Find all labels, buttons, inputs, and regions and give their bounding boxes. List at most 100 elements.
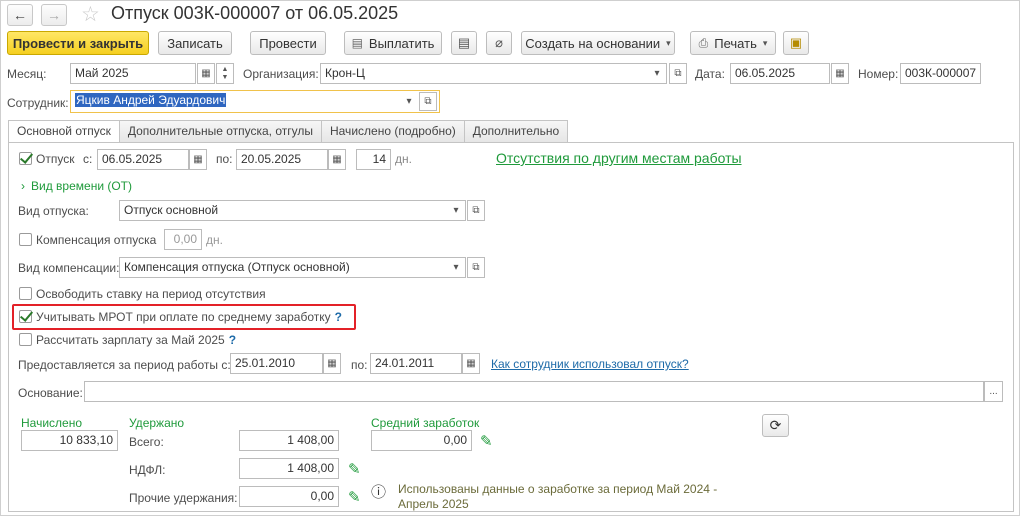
journal-button[interactable]: ▤ — [451, 31, 477, 55]
ndfl-edit-pencil-icon[interactable]: ✎ — [348, 460, 361, 478]
vacation-type-field[interactable]: Отпуск основной — [119, 200, 466, 221]
organization-dropdown-button[interactable]: ▾ — [648, 64, 666, 83]
organization-field[interactable]: Крон-Ц — [320, 63, 667, 84]
mrot-row: Учитывать МРОТ при оплате по среднему за… — [36, 310, 342, 324]
compensation-days-field[interactable]: 0,00 — [164, 229, 202, 250]
withheld-label: Удержано — [129, 416, 185, 430]
mrot-label: Учитывать МРОТ при оплате по среднему за… — [36, 310, 331, 324]
vacation-to-calendar-button[interactable]: ▦ — [328, 149, 346, 170]
employee-open-button[interactable]: ⧉ — [419, 92, 437, 111]
calc-salary-checkbox[interactable] — [19, 333, 32, 346]
tab-main-vacation[interactable]: Основной отпуск — [8, 120, 120, 143]
compensation-type-dropdown-button[interactable]: ▾ — [447, 258, 465, 277]
period-to-field[interactable]: 24.01.2011 — [370, 353, 462, 374]
open-form-icon: ⧉ — [472, 262, 480, 273]
post-button[interactable]: Провести — [250, 31, 326, 55]
basis-select-button[interactable]: ... — [984, 381, 1003, 402]
employee-field[interactable]: Яцкив Андрей Эдуардович — [70, 90, 440, 113]
ndfl-field: 1 408,00 — [239, 458, 339, 479]
arrow-right-icon: → — [47, 7, 61, 23]
compensation-type-open-button[interactable]: ⧉ — [467, 257, 485, 278]
compensation-checkbox[interactable] — [19, 233, 32, 246]
employee-dropdown-button[interactable]: ▾ — [401, 92, 417, 111]
calc-salary-help-icon[interactable]: ? — [229, 333, 236, 347]
write-button[interactable]: Записать — [158, 31, 232, 55]
number-label: Номер: — [858, 67, 899, 81]
month-spinner[interactable]: ▲ ▼ — [216, 63, 234, 84]
pay-label: Выплатить — [368, 35, 435, 51]
tab-accrued-detailed[interactable]: Начислено (подробно) — [320, 120, 465, 142]
forward-button[interactable]: → — [41, 4, 67, 26]
calc-salary-label: Рассчитать зарплату за Май 2025 — [36, 333, 225, 347]
reports-button[interactable]: ▣ — [783, 31, 809, 55]
accrued-field: 10 833,10 — [21, 430, 118, 451]
free-rate-label: Освободить ставку на период отсутствия — [36, 287, 266, 301]
create-based-on-button[interactable]: Создать на основании ▾ — [521, 31, 675, 55]
vacation-from-calendar-button[interactable]: ▦ — [189, 149, 207, 170]
spinner-up-icon: ▲ — [221, 65, 229, 73]
time-type-label: Вид времени (ОТ) — [31, 179, 133, 193]
other-absences-link[interactable]: Отсутствия по другим местам работы — [496, 150, 742, 166]
other-deductions-label: Прочие удержания: — [129, 491, 238, 505]
month-label: Месяц: — [7, 67, 47, 81]
period-to-calendar-button[interactable]: ▦ — [462, 353, 480, 374]
tab-additional[interactable]: Дополнительно — [463, 120, 569, 142]
dropdown-arrow-icon: ▾ — [654, 68, 660, 79]
dropdown-arrow-icon: ▾ — [453, 262, 459, 273]
paperclip-icon: ⌀ — [495, 35, 503, 50]
pay-button[interactable]: ▤ Выплатить — [344, 31, 442, 55]
mrot-checkbox[interactable] — [19, 310, 32, 323]
print-button[interactable]: ⎙ Печать ▾ — [690, 31, 776, 55]
recalculate-button[interactable]: ⟳ — [762, 414, 789, 437]
date-calendar-button[interactable]: ▦ — [831, 63, 849, 84]
organization-open-button[interactable]: ⧉ — [669, 63, 687, 84]
time-type-toggle[interactable]: › Вид времени (ОТ) — [21, 179, 132, 193]
ellipsis-icon: ... — [989, 386, 998, 397]
period-from-field[interactable]: 25.01.2010 — [230, 353, 323, 374]
ndfl-label: НДФЛ: — [129, 463, 166, 477]
compensation-label: Компенсация отпуска — [36, 233, 157, 247]
tab-additional-vacations[interactable]: Дополнительные отпуска, отгулы — [118, 120, 322, 142]
month-calendar-button[interactable]: ▦ — [197, 63, 215, 84]
employee-value: Яцкив Андрей Эдуардович — [75, 93, 227, 107]
compensation-type-field[interactable]: Компенсация отпуска (Отпуск основной) — [119, 257, 466, 278]
date-field[interactable]: 06.05.2025 — [730, 63, 830, 84]
date-label: Дата: — [695, 67, 725, 81]
earnings-info-text: Использованы данные о заработке за перио… — [398, 482, 717, 512]
attach-button[interactable]: ⌀ — [486, 31, 512, 55]
calendar-icon: ▦ — [332, 154, 342, 165]
post-and-close-button[interactable]: Провести и закрыть — [7, 31, 149, 55]
vacation-type-dropdown-button[interactable]: ▾ — [447, 201, 465, 220]
mrot-help-icon[interactable]: ? — [335, 310, 342, 324]
number-field[interactable]: 003К-000007 — [900, 63, 981, 84]
spinner-down-icon: ▼ — [221, 73, 229, 81]
journal-icon: ▤ — [457, 35, 471, 50]
vacation-checkbox[interactable] — [19, 152, 32, 165]
window-title: Отпуск 003К-000007 от 06.05.2025 — [111, 3, 399, 23]
open-form-icon: ⧉ — [472, 205, 480, 216]
arrow-left-icon: ← — [13, 7, 27, 23]
calendar-icon: ▦ — [466, 358, 476, 369]
tab-bar: Основной отпуск Дополнительные отпуска, … — [8, 120, 569, 143]
earnings-info-line1: Использованы данные о заработке за перио… — [398, 482, 718, 496]
calendar-icon: ▦ — [193, 154, 203, 165]
compensation-days-unit: дн. — [206, 233, 223, 247]
other-deductions-edit-pencil-icon[interactable]: ✎ — [348, 488, 361, 506]
other-deductions-field: 0,00 — [239, 486, 339, 507]
vacation-days-unit: дн. — [395, 152, 412, 166]
vacation-from-label: с: — [83, 152, 93, 166]
free-rate-checkbox[interactable] — [19, 287, 32, 300]
back-button[interactable]: ← — [7, 4, 33, 26]
basis-field[interactable] — [84, 381, 984, 402]
avg-earnings-edit-pencil-icon[interactable]: ✎ — [480, 432, 493, 450]
month-field[interactable]: Май 2025 — [70, 63, 196, 84]
vacation-to-field[interactable]: 20.05.2025 — [236, 149, 328, 170]
vacation-days-field[interactable]: 14 — [356, 149, 391, 170]
withheld-total-label: Всего: — [129, 435, 164, 449]
vacation-type-open-button[interactable]: ⧉ — [467, 200, 485, 221]
vacation-usage-link[interactable]: Как сотрудник использовал отпуск? — [491, 357, 689, 371]
period-from-calendar-button[interactable]: ▦ — [323, 353, 341, 374]
favorite-star-icon[interactable]: ☆ — [81, 2, 100, 27]
compensation-type-label: Вид компенсации: — [18, 261, 120, 275]
vacation-from-field[interactable]: 06.05.2025 — [97, 149, 189, 170]
